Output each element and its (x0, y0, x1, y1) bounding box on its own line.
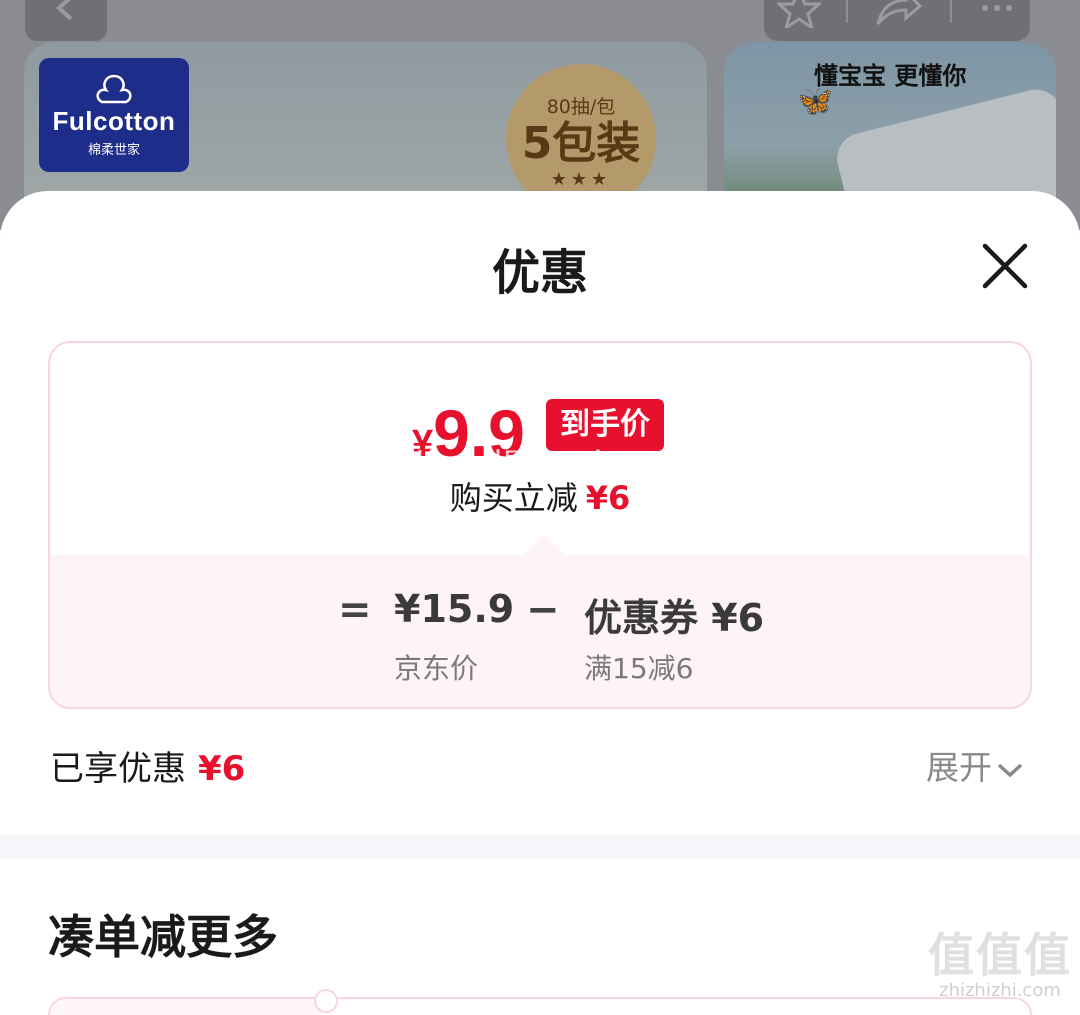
expand-label: 展开 (926, 748, 992, 787)
coupon-rule: 满15减6 (584, 652, 694, 685)
instant-discount-amount: ¥6 (585, 479, 631, 517)
chevron-down-icon (997, 763, 1023, 777)
expand-button[interactable]: 展开 (926, 741, 1024, 789)
jd-price-value: ¥15.9 (394, 587, 515, 631)
enjoyed-discount-amount: ¥6 (198, 749, 246, 789)
cotton-flower-icon (96, 74, 132, 104)
jd-price-label: 京东价 (394, 652, 479, 685)
chevron-left-icon (56, 0, 73, 21)
brand-logo: Fulcotton 棉柔世家 (39, 58, 189, 172)
pack-stars: ★★★ (550, 169, 612, 190)
coupon-card[interactable] (48, 989, 1032, 1015)
pack-count: 80抽/包 (546, 96, 616, 118)
coupon-perforation (314, 989, 338, 1013)
discount-sheet: 优惠 ¥9.9 到手价 做个慢星人 购买立减 ¥6 = ¥15.9 京东价 − 优… (0, 191, 1080, 1015)
top-actions-bar (764, 0, 1030, 41)
coupon-value: 优惠券 ¥6 (584, 596, 765, 640)
price-calculation-section: = ¥15.9 京东价 − 优惠券 ¥6 满15减6 (50, 555, 1030, 707)
site-watermark-logo: 值值值 (928, 928, 1072, 982)
divider (949, 0, 952, 23)
price-formula: = ¥15.9 京东价 − 优惠券 ¥6 满15减6 (50, 555, 1030, 707)
coupon-amount-area (50, 999, 322, 1015)
close-button[interactable] (975, 236, 1035, 296)
share-icon[interactable] (874, 0, 924, 28)
back-button[interactable] (25, 0, 107, 41)
equals-sign: = (338, 587, 372, 633)
minus-sign: − (526, 587, 560, 633)
enjoyed-discount-label: 已享优惠 (50, 749, 186, 789)
brand-name: Fulcotton (52, 106, 176, 136)
close-icon (982, 243, 1028, 289)
instant-discount-label: 购买立减 (449, 479, 578, 517)
sheet-title: 优惠 (491, 245, 588, 301)
more-discount-title: 凑单减更多 (48, 910, 278, 964)
price-breakdown-card: ¥9.9 到手价 做个慢星人 购买立减 ¥6 = ¥15.9 京东价 − 优惠券 … (48, 341, 1032, 709)
instant-discount-line: 购买立减 ¥6 (50, 473, 1030, 519)
final-price-section: ¥9.9 到手价 做个慢星人 购买立减 ¥6 (50, 343, 1030, 555)
site-watermark: 值值值 zhizhizhi.com (928, 930, 1072, 1001)
star-icon[interactable] (776, 0, 821, 28)
banner-slogan: 懂宝宝 更懂你 (814, 62, 967, 90)
divider (846, 0, 849, 23)
site-watermark-url: zhizhizhi.com (939, 980, 1061, 1001)
brand-subtitle: 棉柔世家 (87, 143, 140, 158)
enjoyed-discount: 已享优惠 ¥6 (50, 741, 245, 790)
pack-label: 5包装 (521, 118, 641, 169)
more-icon[interactable] (977, 0, 1017, 28)
section-divider (0, 835, 1080, 859)
